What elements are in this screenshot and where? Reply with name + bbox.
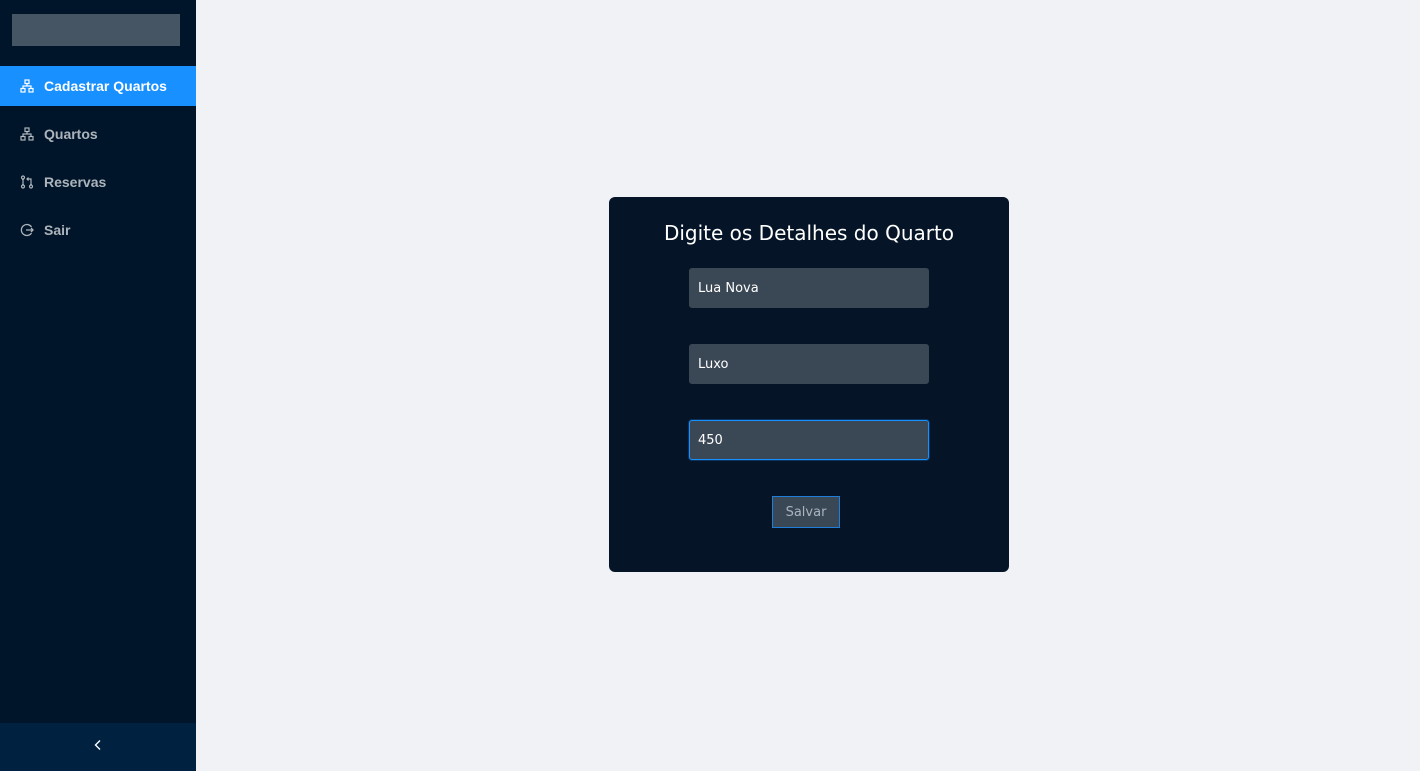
logout-icon (20, 223, 34, 237)
cluster-icon (20, 79, 34, 93)
sidebar-menu: Cadastrar Quartos Quartos Reservas Sair (0, 66, 196, 258)
cluster-icon (20, 127, 34, 141)
sidebar-item-label: Reservas (44, 174, 107, 190)
room-name-input[interactable] (689, 268, 929, 308)
room-price-input[interactable] (689, 420, 929, 460)
room-form-card: Digite os Detalhes do Quarto Salvar (609, 197, 1009, 572)
sidebar-item-cadastrar-quartos[interactable]: Cadastrar Quartos (0, 66, 196, 106)
sidebar-item-label: Cadastrar Quartos (44, 78, 167, 94)
sidebar-item-sair[interactable]: Sair (0, 210, 196, 250)
form-title: Digite os Detalhes do Quarto (663, 221, 955, 245)
sidebar: Cadastrar Quartos Quartos Reservas Sair (0, 0, 196, 771)
save-button[interactable]: Salvar (772, 496, 840, 528)
sidebar-item-label: Sair (44, 222, 71, 238)
sidebar-item-quartos[interactable]: Quartos (0, 114, 196, 154)
room-type-input[interactable] (689, 344, 929, 384)
chevron-left-icon (92, 738, 104, 756)
pull-request-icon (20, 175, 34, 189)
sidebar-collapse-button[interactable] (0, 723, 196, 771)
sidebar-item-label: Quartos (44, 126, 98, 142)
logo-placeholder (12, 14, 180, 46)
sidebar-item-reservas[interactable]: Reservas (0, 162, 196, 202)
